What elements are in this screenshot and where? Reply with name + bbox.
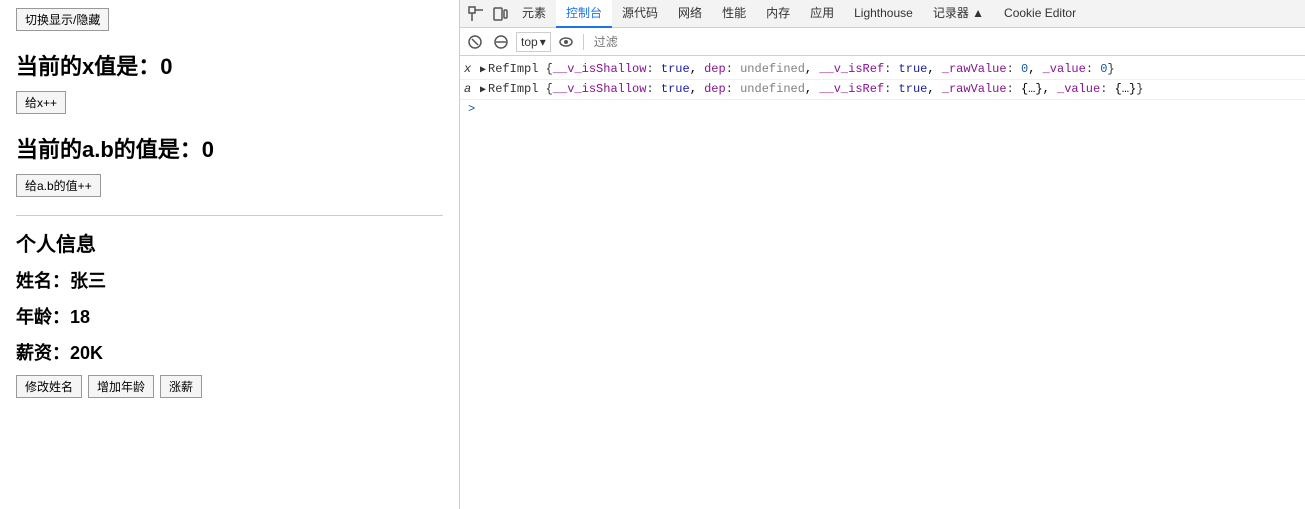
filter-input[interactable] <box>590 35 1301 49</box>
age-row: 年龄：18 <box>16 303 443 329</box>
toggle-display-button[interactable]: 切换显示/隐藏 <box>16 8 109 31</box>
name-row: 姓名：张三 <box>16 267 443 293</box>
divider <box>16 215 443 216</box>
inspect-element-icon[interactable] <box>464 2 488 26</box>
console-brace-open-a: { <box>546 82 553 96</box>
console-toolbar: top ▾ <box>460 28 1305 56</box>
raise-salary-button[interactable]: 涨薪 <box>160 375 202 398</box>
expand-arrow-a[interactable]: ▶ <box>480 84 486 96</box>
increase-age-button[interactable]: 增加年龄 <box>88 375 154 398</box>
tab-recorder[interactable]: 记录器 ▲ <box>923 0 994 28</box>
tab-sources[interactable]: 源代码 <box>612 0 668 28</box>
device-toolbar-icon[interactable] <box>488 2 512 26</box>
current-x-display: 当前的x值是：0 <box>16 49 443 81</box>
tab-network[interactable]: 网络 <box>668 0 712 28</box>
tab-performance[interactable]: 性能 <box>712 0 756 28</box>
console-row-a: a ▶ RefImpl { __v_isShallow: true, dep: … <box>460 80 1305 100</box>
block-icon[interactable] <box>490 31 512 53</box>
modify-name-button[interactable]: 修改姓名 <box>16 375 82 398</box>
current-ab-display: 当前的a.b的值是：0 <box>16 132 443 164</box>
section-title: 个人信息 <box>16 228 443 257</box>
current-x-value: 0 <box>160 54 172 79</box>
tab-lighthouse[interactable]: Lighthouse <box>844 0 923 28</box>
chevron-down-icon: ▾ <box>540 35 546 49</box>
action-buttons: 修改姓名 增加年龄 涨薪 <box>16 375 443 398</box>
console-refimpl-x: RefImpl <box>488 62 546 76</box>
x-increment-button[interactable]: 给x++ <box>16 91 66 114</box>
expand-arrow-x[interactable]: ▶ <box>480 64 486 76</box>
current-ab-value: 0 <box>202 137 214 162</box>
console-chevron-icon: > <box>468 102 475 116</box>
current-x-label: 当前的x值是： <box>16 54 160 79</box>
console-key-a: a <box>464 82 476 96</box>
tab-elements[interactable]: 元素 <box>512 0 556 28</box>
left-panel: 切换显示/隐藏 当前的x值是：0 给x++ 当前的a.b的值是：0 给a.b的值… <box>0 0 460 509</box>
devtools-panel: 元素 控制台 源代码 网络 性能 内存 应用 Lighthouse 记录器 ▲ … <box>460 0 1305 509</box>
salary-row: 薪资：20K <box>16 339 443 365</box>
console-brace-open-x: { <box>546 62 553 76</box>
tab-memory[interactable]: 内存 <box>756 0 800 28</box>
console-row-x: x ▶ RefImpl { __v_isShallow: true, dep: … <box>460 60 1305 80</box>
console-refimpl-a: RefImpl <box>488 82 546 96</box>
ab-increment-button[interactable]: 给a.b的值++ <box>16 174 101 197</box>
context-selector[interactable]: top ▾ <box>516 32 551 52</box>
console-output: x ▶ RefImpl { __v_isShallow: true, dep: … <box>460 56 1305 509</box>
eye-icon[interactable] <box>555 31 577 53</box>
clear-console-icon[interactable] <box>464 31 486 53</box>
tab-application[interactable]: 应用 <box>800 0 844 28</box>
current-ab-label: 当前的a.b的值是： <box>16 137 202 162</box>
devtools-tab-bar: 元素 控制台 源代码 网络 性能 内存 应用 Lighthouse 记录器 ▲ … <box>460 0 1305 28</box>
console-prompt: > <box>460 100 1305 118</box>
console-key-x: x <box>464 62 476 76</box>
tab-console[interactable]: 控制台 <box>556 0 612 28</box>
toolbar-separator <box>583 34 584 50</box>
top-label: top <box>521 35 538 49</box>
tab-cookie-editor[interactable]: Cookie Editor <box>994 0 1086 28</box>
